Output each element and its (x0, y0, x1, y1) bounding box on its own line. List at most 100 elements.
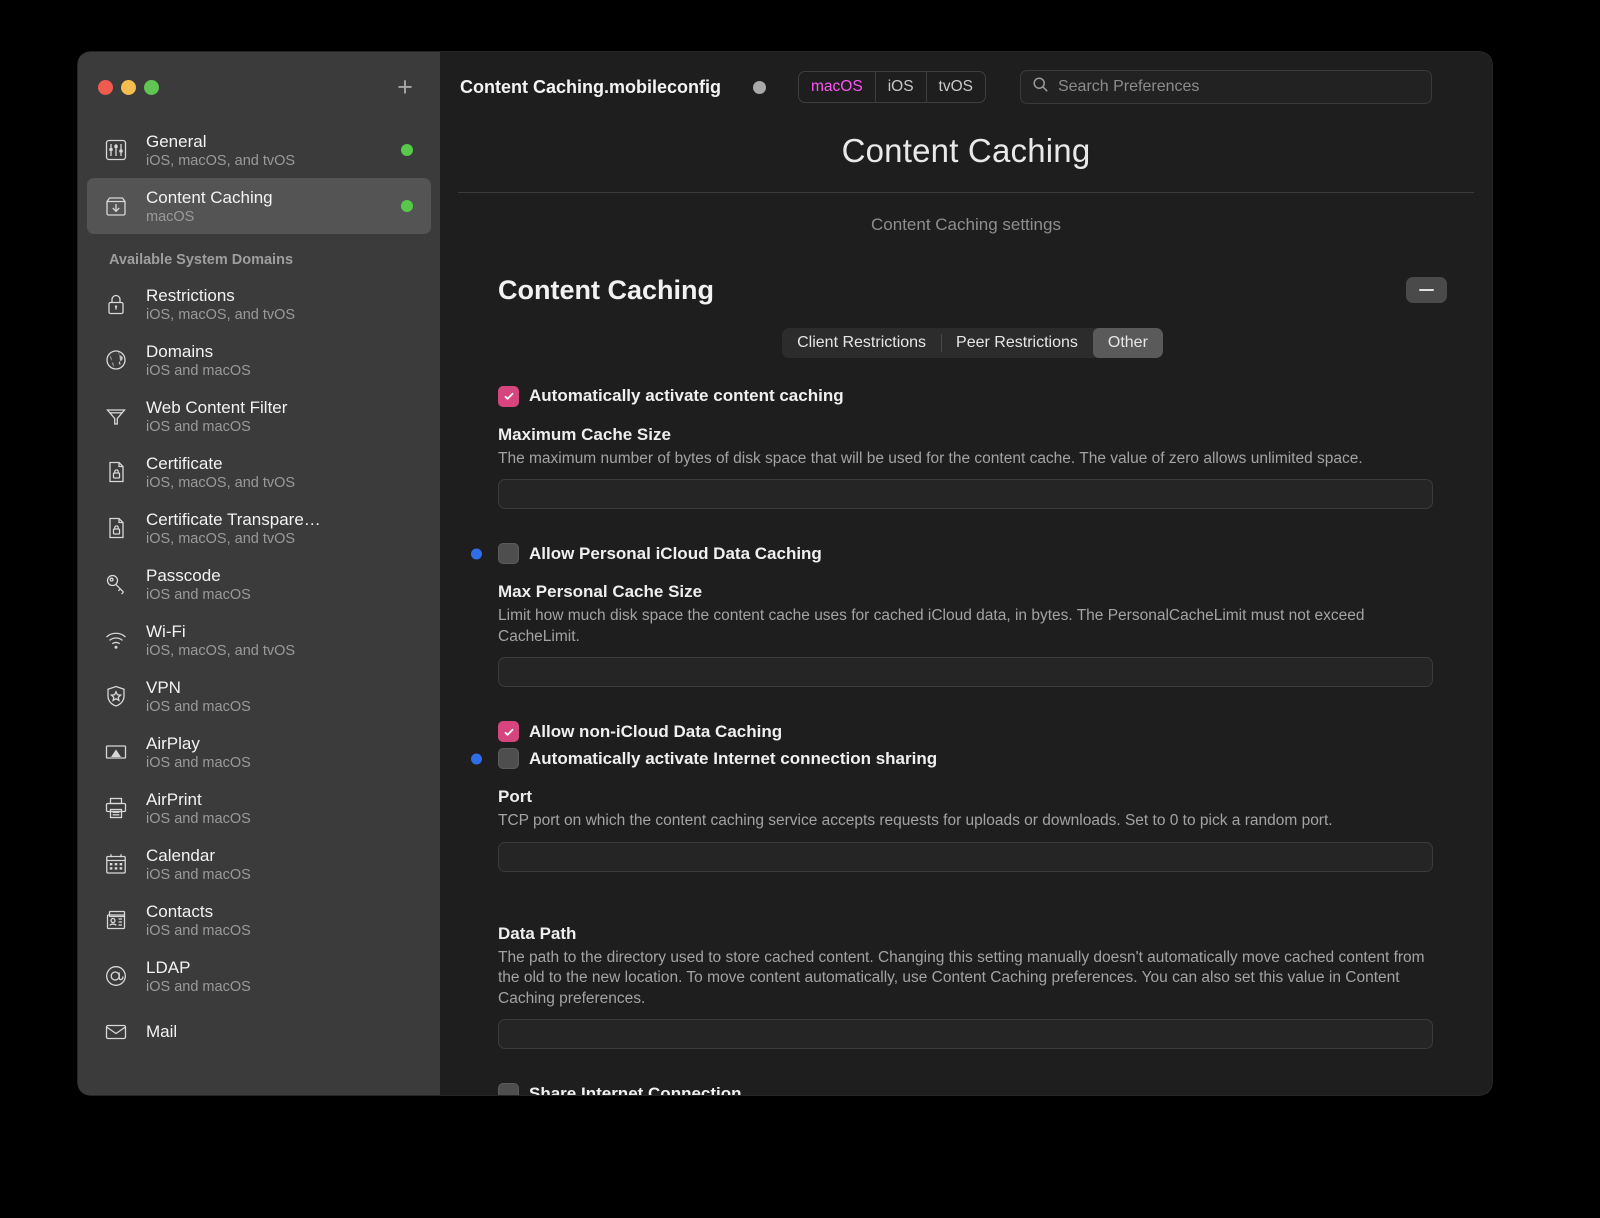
sidebar-item-subtitle: iOS and macOS (146, 755, 251, 771)
minimize-button[interactable] (121, 80, 136, 95)
sidebar-item-text: General iOS, macOS, and tvOS (146, 132, 295, 169)
sidebar-item-subtitle: iOS and macOS (146, 699, 251, 715)
sidebar-item-subtitle: iOS, macOS, and tvOS (146, 643, 295, 659)
checkbox-row-allow-non-icloud-data-caching[interactable]: Allow non-iCloud Data Caching (498, 721, 1447, 742)
download-box-icon (99, 189, 133, 223)
remove-payload-button[interactable] (1406, 277, 1447, 303)
checkbox-auto-activate-internet-connection-sharing[interactable] (498, 748, 519, 769)
checkbox-auto-activate-content-caching[interactable] (498, 386, 519, 407)
sidebar-item-certificate-transparency[interactable]: Certificate Transpare… iOS, macOS, and t… (87, 500, 431, 556)
field-label: Data Path (498, 924, 1447, 944)
sidebar-item-title: Calendar (146, 846, 251, 866)
modified-indicator-dot (471, 548, 482, 559)
sidebar-item-title: General (146, 132, 295, 152)
sidebar-item-domains[interactable]: Domains iOS and macOS (87, 332, 431, 388)
sidebar-item-text: Domains iOS and macOS (146, 342, 251, 379)
calendar-icon (99, 847, 133, 881)
sidebar-item-contacts[interactable]: Contacts iOS and macOS (87, 892, 431, 948)
document-lock-icon (99, 455, 133, 489)
tab-client-restrictions[interactable]: Client Restrictions (782, 328, 941, 358)
payload-tabs[interactable]: Client Restrictions Peer Restrictions Ot… (782, 328, 1163, 358)
checkbox-allow-non-icloud-data-caching[interactable] (498, 721, 519, 742)
platform-tab-macos[interactable]: macOS (799, 72, 876, 102)
sidebar-item-title: Certificate Transpare… (146, 510, 321, 530)
sidebar-item-title: Mail (146, 1022, 177, 1042)
sidebar-item-text: AirPrint iOS and macOS (146, 790, 251, 827)
at-sign-icon (99, 959, 133, 993)
sidebar-item-title: Restrictions (146, 286, 295, 306)
section-title: Content Caching (498, 275, 714, 306)
sidebar-item-text: Calendar iOS and macOS (146, 846, 251, 883)
main-panel: Content Caching.mobileconfig macOS iOS t… (440, 52, 1492, 1095)
app-window: + General iOS, macOS, and tvOS (78, 52, 1492, 1095)
maximize-button[interactable] (144, 80, 159, 95)
sidebar-item-title: Content Caching (146, 188, 273, 208)
checkbox-label: Allow non-iCloud Data Caching (529, 722, 782, 742)
checkbox-allow-personal-icloud-data-caching[interactable] (498, 543, 519, 564)
sidebar-item-title: Certificate (146, 454, 295, 474)
platform-tab-ios[interactable]: iOS (876, 72, 927, 102)
platform-tab-tvos[interactable]: tvOS (927, 72, 985, 102)
sidebar-item-airplay[interactable]: AirPlay iOS and macOS (87, 724, 431, 780)
sidebar-item-text: AirPlay iOS and macOS (146, 734, 251, 771)
sidebar-item-text: Wi-Fi iOS, macOS, and tvOS (146, 622, 295, 659)
payload-section-header: Content Caching (498, 275, 1447, 306)
port-input[interactable] (498, 842, 1433, 872)
search-preferences-field[interactable]: Search Preferences (1020, 70, 1432, 104)
status-dot (401, 200, 413, 212)
sidebar-item-restrictions[interactable]: Restrictions iOS, macOS, and tvOS (87, 276, 431, 332)
field-label: Maximum Cache Size (498, 425, 1447, 445)
data-path-input[interactable] (498, 1019, 1433, 1049)
sidebar-item-subtitle: iOS, macOS, and tvOS (146, 531, 321, 547)
sidebar-item-mail[interactable]: Mail (87, 1004, 431, 1060)
tab-other[interactable]: Other (1093, 328, 1163, 358)
sidebar-item-text: LDAP iOS and macOS (146, 958, 251, 995)
close-button[interactable] (98, 80, 113, 95)
field-description: The path to the directory used to store … (498, 948, 1433, 1009)
sidebar-item-text: Certificate Transpare… iOS, macOS, and t… (146, 510, 321, 547)
sidebar-item-title: Web Content Filter (146, 398, 287, 418)
checkmark-icon (503, 726, 515, 738)
key-icon (99, 567, 133, 601)
sidebar-item-general[interactable]: General iOS, macOS, and tvOS (87, 122, 431, 178)
sidebar-item-subtitle: iOS and macOS (146, 363, 251, 379)
platform-segmented-control[interactable]: macOS iOS tvOS (798, 71, 986, 103)
sidebar-item-wifi[interactable]: Wi-Fi iOS, macOS, and tvOS (87, 612, 431, 668)
sidebar-item-passcode[interactable]: Passcode iOS and macOS (87, 556, 431, 612)
sidebar-item-text: VPN iOS and macOS (146, 678, 251, 715)
sidebar-item-subtitle: iOS, macOS, and tvOS (146, 307, 295, 323)
checkmark-icon (503, 390, 515, 402)
sidebar-item-certificate[interactable]: Certificate iOS, macOS, and tvOS (87, 444, 431, 500)
sidebar-item-web-content-filter[interactable]: Web Content Filter iOS and macOS (87, 388, 431, 444)
add-payload-button[interactable]: + (392, 74, 418, 100)
status-dot (401, 144, 413, 156)
sidebar-item-text: Passcode iOS and macOS (146, 566, 251, 603)
sidebar-item-subtitle: iOS and macOS (146, 811, 251, 827)
checkbox-row-allow-personal-icloud-data-caching[interactable]: Allow Personal iCloud Data Caching (498, 543, 1447, 564)
wifi-icon (99, 623, 133, 657)
sidebar-item-subtitle: iOS and macOS (146, 979, 251, 995)
checkbox-row-auto-activate-content-caching[interactable]: Automatically activate content caching (498, 386, 1447, 407)
tab-peer-restrictions[interactable]: Peer Restrictions (941, 328, 1093, 358)
checkbox-share-internet-connection[interactable] (498, 1083, 519, 1095)
mail-icon (99, 1015, 133, 1049)
sidebar-item-text: Web Content Filter iOS and macOS (146, 398, 287, 435)
checkbox-row-auto-activate-internet-connection-sharing[interactable]: Automatically activate Internet connecti… (498, 748, 1447, 769)
sidebar-item-subtitle: iOS, macOS, and tvOS (146, 475, 295, 491)
sidebar-item-title: AirPrint (146, 790, 251, 810)
sidebar-item-calendar[interactable]: Calendar iOS and macOS (87, 836, 431, 892)
checkbox-label: Allow Personal iCloud Data Caching (529, 544, 822, 564)
profile-payload-list: General iOS, macOS, and tvOS Content Ca (78, 122, 440, 1060)
maximum-cache-size-input[interactable] (498, 479, 1433, 509)
sidebar-item-airprint[interactable]: AirPrint iOS and macOS (87, 780, 431, 836)
sidebar-item-subtitle: iOS and macOS (146, 419, 287, 435)
sidebar-item-content-caching[interactable]: Content Caching macOS (87, 178, 431, 234)
sidebar-item-vpn[interactable]: VPN iOS and macOS (87, 668, 431, 724)
field-description: The maximum number of bytes of disk spac… (498, 449, 1433, 469)
checkbox-row-share-internet-connection[interactable]: Share Internet Connection (498, 1083, 1447, 1095)
search-icon (1032, 76, 1049, 98)
sidebar-item-ldap[interactable]: LDAP iOS and macOS (87, 948, 431, 1004)
field-label: Max Personal Cache Size (498, 582, 1447, 602)
field-maximum-cache-size: Maximum Cache Size The maximum number of… (498, 425, 1447, 509)
max-personal-cache-size-input[interactable] (498, 657, 1433, 687)
